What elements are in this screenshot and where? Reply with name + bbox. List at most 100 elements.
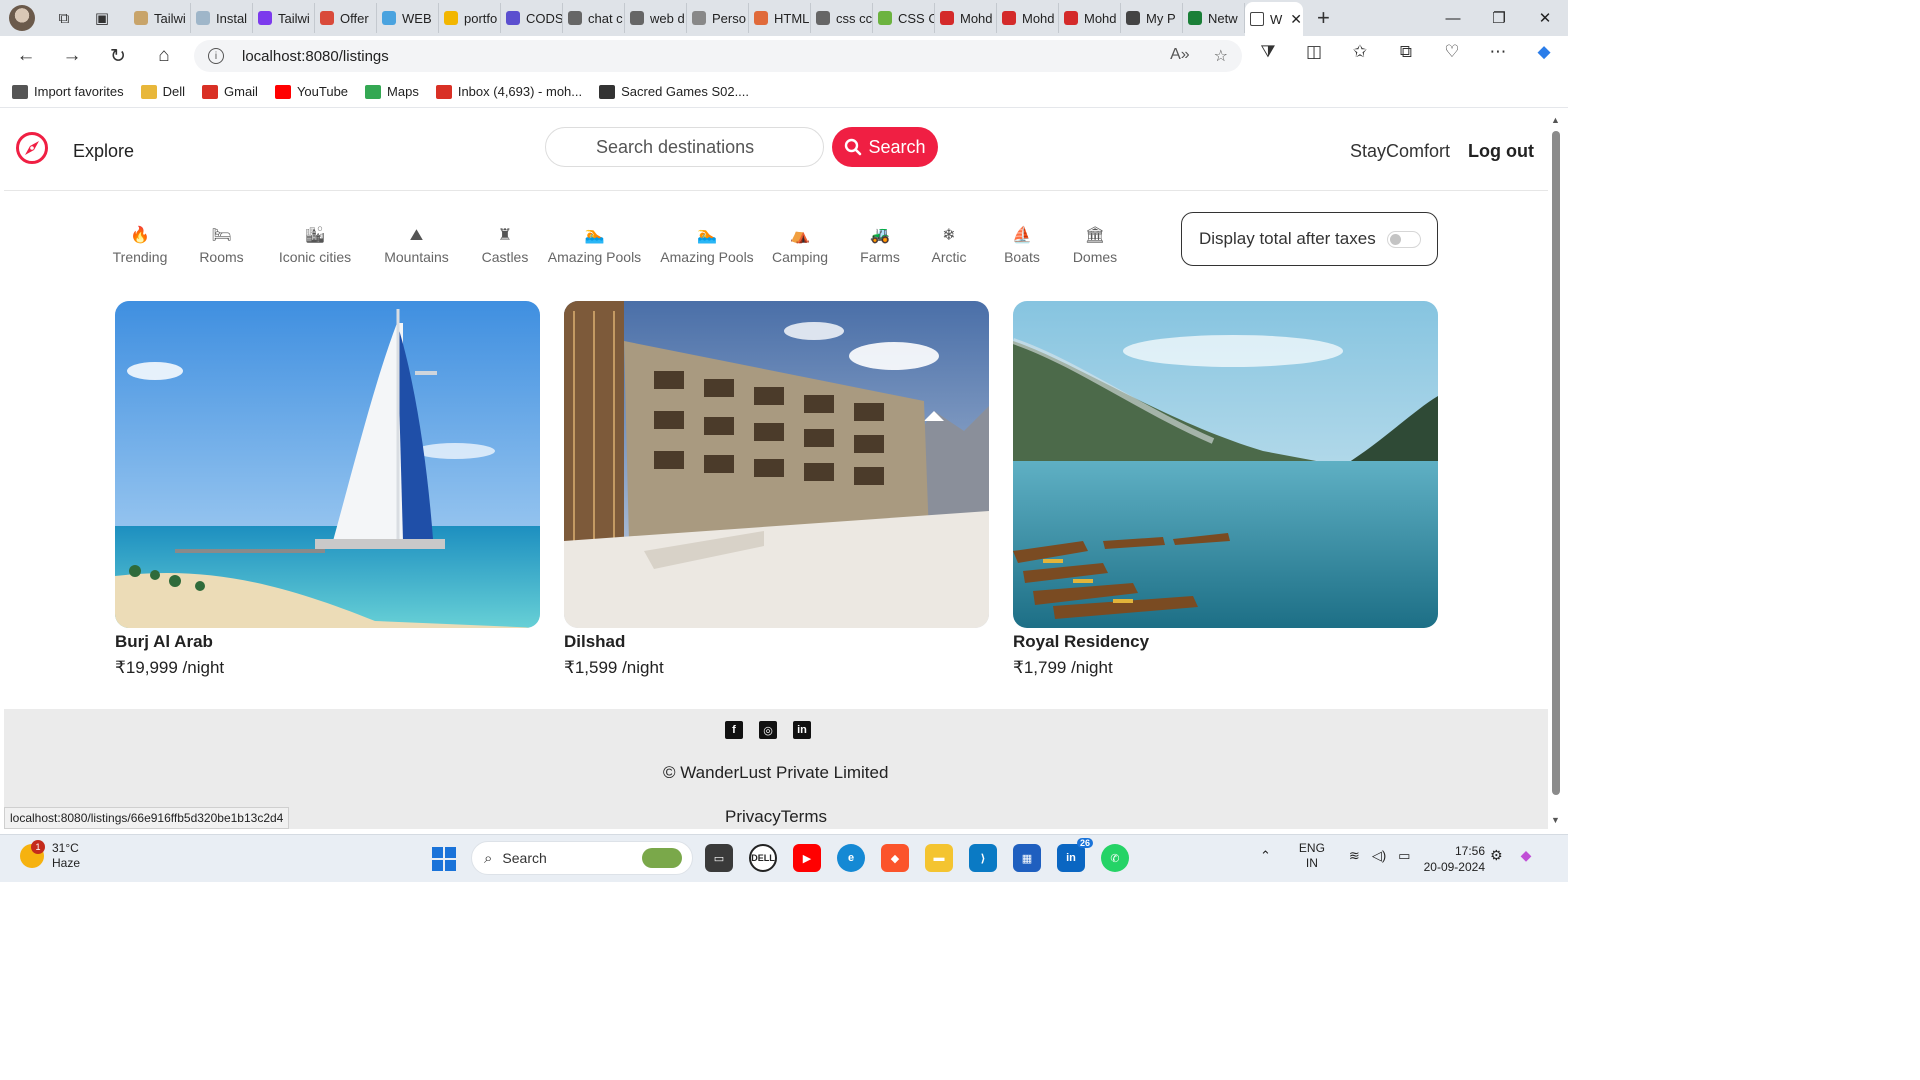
back-button[interactable]: ← — [6, 40, 46, 72]
filter-amazing-pools[interactable]: 🏊 Amazing Pools — [654, 221, 760, 265]
copilot-taskbar-icon[interactable]: ◆ — [1521, 847, 1532, 864]
linkedin-icon[interactable]: in — [793, 721, 811, 739]
volume-icon[interactable]: ◁) — [1372, 848, 1386, 864]
split-screen-icon[interactable]: ◫ — [1302, 42, 1326, 62]
favorites-icon[interactable]: ✩ — [1348, 42, 1372, 62]
listing-image[interactable] — [564, 301, 989, 628]
more-menu-icon[interactable]: ⋯ — [1486, 42, 1510, 62]
filter-mountains[interactable]: ⛰ Mountains — [358, 221, 475, 265]
compass-logo-icon[interactable] — [15, 131, 49, 165]
favorite-item[interactable]: Inbox (4,693) - moh... — [435, 84, 582, 99]
browser-tab[interactable]: Mohd — [935, 3, 997, 33]
settings-gear-icon[interactable]: ⚙ — [1490, 847, 1503, 864]
task-view-icon[interactable]: ▭ — [705, 844, 733, 872]
home-button[interactable]: ⌂ — [144, 40, 184, 72]
filter-trending[interactable]: 🔥 Trending — [109, 221, 171, 265]
browser-tab[interactable]: Tailwi — [253, 3, 315, 33]
filter-farms[interactable]: 🚜 Farms — [840, 221, 920, 265]
restore-button[interactable]: ❐ — [1476, 0, 1522, 36]
filter-iconic-cities[interactable]: 🏙 Iconic cities — [272, 221, 358, 265]
youtube-icon[interactable]: ▶ — [793, 844, 821, 872]
store-icon[interactable]: ▦ — [1013, 844, 1041, 872]
filter-domes[interactable]: 🏛 Domes — [1066, 221, 1124, 265]
filter-boats[interactable]: ⛵ Boats — [978, 221, 1066, 265]
address-bar[interactable]: i localhost:8080/listings A» ☆ — [194, 40, 1242, 72]
tax-toggle[interactable]: Display total after taxes — [1181, 212, 1438, 266]
favorite-item[interactable]: Sacred Games S02.... — [599, 84, 749, 99]
scroll-down-arrow[interactable]: ▼ — [1551, 815, 1560, 825]
browser-tab[interactable]: web d — [625, 3, 687, 33]
browser-tab[interactable]: chat c — [563, 3, 625, 33]
explore-link[interactable]: Explore — [73, 141, 134, 162]
browser-tab[interactable]: Mohd — [1059, 3, 1121, 33]
wifi-icon[interactable]: ≋ — [1349, 848, 1360, 864]
copilot-icon[interactable]: ◆ — [1532, 42, 1556, 62]
favorite-item[interactable]: Import favorites — [12, 84, 124, 99]
logout-link[interactable]: Log out — [1468, 141, 1534, 162]
forward-button[interactable]: → — [52, 40, 92, 72]
edge-icon[interactable]: e — [837, 844, 865, 872]
listing-card[interactable]: Burj Al Arab ₹19,999 /night — [115, 301, 540, 678]
minimize-button[interactable]: — — [1430, 0, 1476, 36]
browser-tab[interactable]: Tailwi — [129, 3, 191, 33]
filter-rooms[interactable]: 🛏 Rooms — [171, 221, 272, 265]
tab-active[interactable]: W ✕ — [1245, 2, 1303, 36]
taskbar-search[interactable]: ⌕ Search — [471, 841, 693, 875]
search-button[interactable]: Search — [832, 127, 938, 167]
favorite-item[interactable]: Maps — [365, 84, 419, 99]
browser-tab[interactable]: Netw — [1183, 3, 1245, 33]
battery-icon[interactable]: ▭ — [1398, 848, 1410, 864]
browser-essentials-icon[interactable]: ♡ — [1440, 42, 1464, 62]
close-window-button[interactable]: ✕ — [1522, 0, 1568, 36]
workspaces-icon[interactable]: ⧉ — [55, 9, 73, 27]
page-scrollbar[interactable]: ▲ ▼ — [1550, 113, 1562, 827]
file-explorer-icon[interactable]: ▬ — [925, 844, 953, 872]
browser-tab[interactable]: My P — [1121, 3, 1183, 33]
language-indicator[interactable]: ENG IN — [1299, 841, 1325, 871]
collections-icon[interactable]: ⧉ — [1394, 42, 1418, 62]
listing-card[interactable]: Royal Residency ₹1,799 /night — [1013, 301, 1438, 678]
site-info-icon[interactable]: i — [208, 48, 224, 64]
vscode-icon[interactable]: ⟩ — [969, 844, 997, 872]
browser-tab[interactable]: portfo — [439, 3, 501, 33]
new-tab-button[interactable]: + — [1317, 5, 1330, 31]
dell-icon[interactable]: DELL — [749, 844, 777, 872]
browser-tab[interactable]: CSS C — [873, 3, 935, 33]
scroll-up-arrow[interactable]: ▲ — [1551, 115, 1560, 125]
brave-icon[interactable]: ◆ — [881, 844, 909, 872]
privacy-terms-links[interactable]: PrivacyTerms — [725, 807, 827, 827]
scrollbar-thumb[interactable] — [1552, 131, 1560, 795]
favorite-item[interactable]: Gmail — [202, 84, 258, 99]
profile-avatar[interactable] — [9, 5, 35, 31]
listing-image[interactable] — [1013, 301, 1438, 628]
listing-card[interactable]: Dilshad ₹1,599 /night — [564, 301, 989, 678]
weather-widget[interactable]: 1 31°C Haze — [20, 840, 80, 871]
filter-camping[interactable]: ⛺ Camping — [760, 221, 840, 265]
listing-image[interactable] — [115, 301, 540, 628]
facebook-icon[interactable]: f — [725, 721, 743, 739]
filter-castles[interactable]: ♜ Castles — [475, 221, 535, 265]
search-input[interactable]: Search destinations — [545, 127, 824, 167]
show-hidden-icons[interactable]: ⌃ — [1260, 848, 1271, 864]
favorite-star-icon[interactable]: ☆ — [1214, 46, 1228, 66]
host-link[interactable]: StayComfort — [1350, 141, 1450, 162]
browser-tab[interactable]: HTML — [749, 3, 811, 33]
browser-tab[interactable]: Offer — [315, 3, 377, 33]
start-button[interactable] — [432, 847, 456, 871]
clock[interactable]: 17:56 20-09-2024 — [1417, 843, 1485, 875]
browser-tab[interactable]: Mohd — [997, 3, 1059, 33]
browser-tab[interactable]: css cc — [811, 3, 873, 33]
browser-tab[interactable]: WEB — [377, 3, 439, 33]
whatsapp-icon[interactable]: ✆ — [1101, 844, 1129, 872]
read-aloud-icon[interactable]: A» — [1170, 46, 1190, 66]
tab-actions-icon[interactable]: ▣ — [93, 9, 111, 27]
filter-amazing-pools[interactable]: 🏊 Amazing Pools — [535, 221, 654, 265]
extensions-icon[interactable]: ⧩ — [1256, 42, 1280, 62]
close-tab-icon[interactable]: ✕ — [1290, 11, 1302, 28]
browser-tab[interactable]: CODS — [501, 3, 563, 33]
filter-arctic[interactable]: ❄ Arctic — [920, 221, 978, 265]
refresh-button[interactable]: ↻ — [98, 40, 138, 72]
instagram-icon[interactable]: ◎ — [759, 721, 777, 739]
linkedin-app-icon[interactable]: in 26 — [1057, 838, 1093, 872]
browser-tab[interactable]: Perso — [687, 3, 749, 33]
